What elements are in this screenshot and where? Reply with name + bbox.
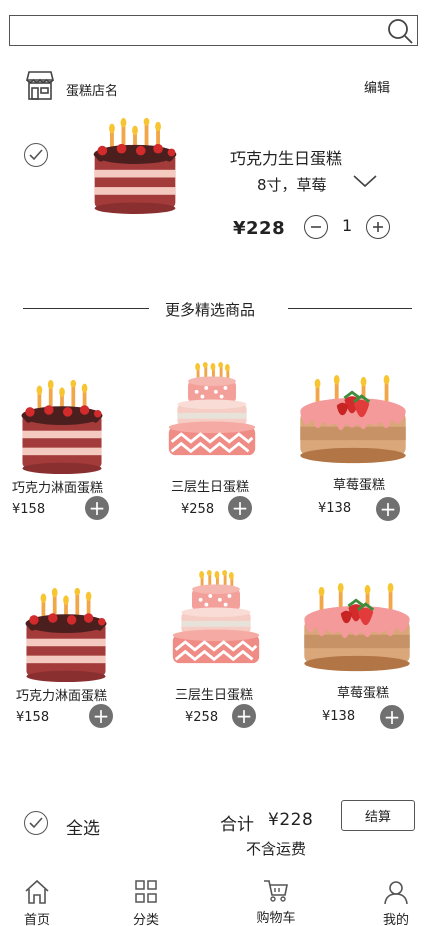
grid-icon (135, 880, 157, 903)
plus-icon: + (92, 704, 110, 728)
edit-button[interactable]: 编辑 (364, 77, 390, 96)
product-price: ¥158 (12, 502, 46, 517)
product-name[interactable]: 巧克力淋面蛋糕 (12, 477, 103, 496)
product-price: ¥158 (16, 710, 50, 725)
home-icon (25, 879, 49, 904)
product-image[interactable] (300, 581, 414, 679)
tab-category[interactable]: 分类 (116, 878, 176, 926)
add-to-cart-button[interactable]: + (376, 497, 400, 521)
plus-icon: + (379, 497, 397, 521)
divider-left (23, 308, 149, 309)
select-all-checkbox[interactable] (24, 811, 48, 835)
product-name[interactable]: 三层生日蛋糕 (171, 476, 249, 495)
cart-item-price: ¥228 (233, 218, 286, 239)
cart-icon (264, 880, 288, 902)
total-value: ¥228 (268, 810, 314, 830)
add-to-cart-button[interactable]: + (228, 496, 252, 520)
product-name[interactable]: 草莓蛋糕 (333, 474, 385, 493)
product-name[interactable]: 草莓蛋糕 (337, 682, 389, 701)
plus-icon: + (235, 704, 253, 728)
search-input[interactable] (9, 15, 418, 46)
store-icon (25, 70, 55, 100)
search-field[interactable] (10, 16, 417, 45)
cart-item-title[interactable]: 巧克力生日蛋糕 (230, 145, 342, 169)
check-icon (29, 817, 43, 829)
shipping-note: 不含运费 (246, 840, 307, 858)
checkout-button[interactable]: 结算 (341, 800, 415, 831)
recommend-title: 更多精选商品 (165, 301, 256, 319)
plus-icon: + (383, 705, 401, 729)
divider-right (288, 308, 412, 309)
user-icon (384, 881, 408, 905)
add-to-cart-button[interactable]: + (85, 496, 109, 520)
add-to-cart-button[interactable]: + (89, 704, 113, 728)
product-name[interactable]: 巧克力淋面蛋糕 (16, 685, 107, 704)
plus-icon: + (88, 496, 106, 520)
tab-label: 我的 (382, 913, 409, 926)
product-image[interactable] (296, 373, 410, 471)
add-to-cart-button[interactable]: + (232, 704, 256, 728)
tab-label: 分类 (132, 913, 159, 926)
tab-label: 购物车 (256, 911, 296, 926)
product-price: ¥138 (318, 501, 352, 516)
search-icon[interactable] (386, 17, 414, 45)
tab-cart[interactable]: 购物车 (246, 876, 306, 926)
product-image[interactable] (168, 560, 264, 665)
select-all-label[interactable]: 全选 (66, 814, 100, 839)
plus-icon: + (231, 496, 249, 520)
product-price: ¥258 (181, 502, 215, 517)
cart-item-spec[interactable]: 8寸，草莓 (257, 174, 327, 195)
product-image[interactable] (18, 586, 114, 682)
tab-profile[interactable]: 我的 (366, 878, 426, 926)
product-name[interactable]: 三层生日蛋糕 (175, 684, 253, 703)
plus-icon (373, 222, 383, 232)
minus-icon (311, 226, 321, 228)
quantity-decrease-button[interactable] (304, 215, 328, 239)
add-to-cart-button[interactable]: + (380, 705, 404, 729)
product-image[interactable] (164, 352, 260, 457)
check-icon (29, 149, 43, 161)
item-checkbox[interactable] (24, 143, 48, 167)
chevron-down-icon[interactable] (352, 172, 378, 190)
shop-name[interactable]: 蛋糕店名 (66, 80, 118, 99)
product-price: ¥258 (185, 710, 219, 725)
total-label: 合计 (220, 815, 254, 835)
quantity-increase-button[interactable] (366, 215, 390, 239)
tab-label: 首页 (23, 913, 50, 926)
product-price: ¥138 (322, 709, 356, 724)
quantity-value: 1 (342, 216, 353, 235)
tab-home[interactable]: 首页 (7, 878, 67, 926)
product-image[interactable] (14, 378, 110, 474)
cart-item-image[interactable] (86, 116, 184, 214)
